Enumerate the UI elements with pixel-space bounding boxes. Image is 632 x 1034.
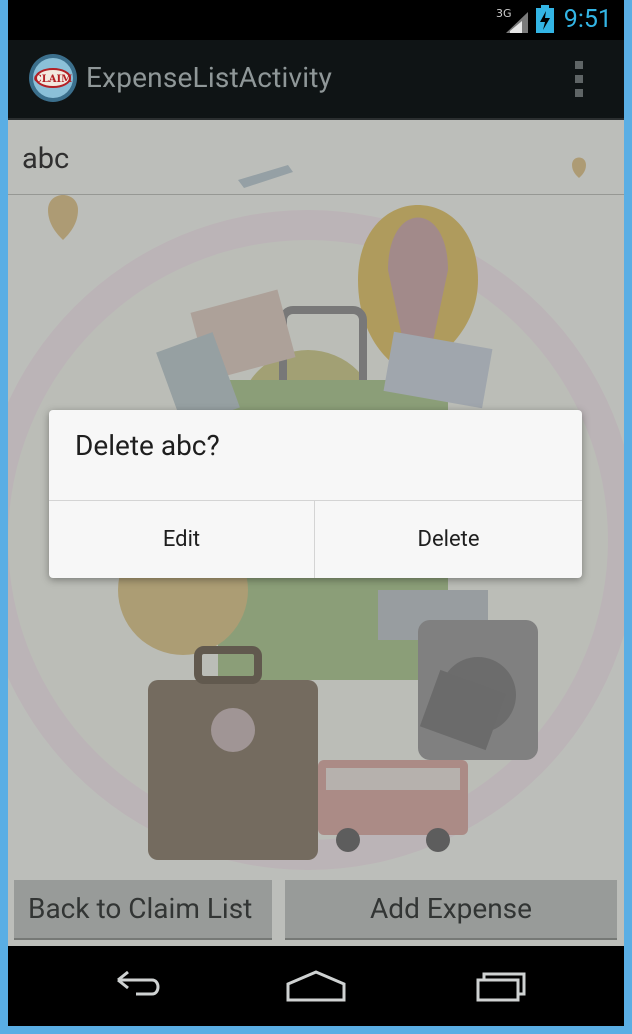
home-icon[interactable] [284, 966, 348, 1006]
svg-text:3G: 3G [496, 7, 512, 20]
back-icon[interactable] [106, 966, 166, 1006]
action-bar: CLAIM ExpenseListActivity [8, 40, 624, 120]
delete-dialog: Delete abc? Edit Delete [49, 410, 582, 578]
dialog-title: Delete abc? [75, 429, 220, 462]
status-bar: 3G 9:51 [8, 0, 624, 40]
overflow-menu-icon[interactable] [574, 61, 584, 97]
edit-button[interactable]: Edit [49, 501, 314, 578]
battery-charging-icon [536, 5, 554, 33]
action-bar-title: ExpenseListActivity [86, 61, 333, 94]
navigation-bar [8, 946, 624, 1026]
device-screen: 3G 9:51 CLAIM ExpenseListActivity abc Ba… [8, 0, 624, 1026]
claim-logo-icon[interactable]: CLAIM [28, 53, 78, 103]
signal-3g-icon: 3G [496, 7, 528, 33]
delete-button[interactable]: Delete [315, 501, 582, 578]
svg-text:CLAIM: CLAIM [34, 74, 73, 85]
status-time: 9:51 [563, 5, 612, 34]
recents-icon[interactable] [468, 966, 528, 1006]
